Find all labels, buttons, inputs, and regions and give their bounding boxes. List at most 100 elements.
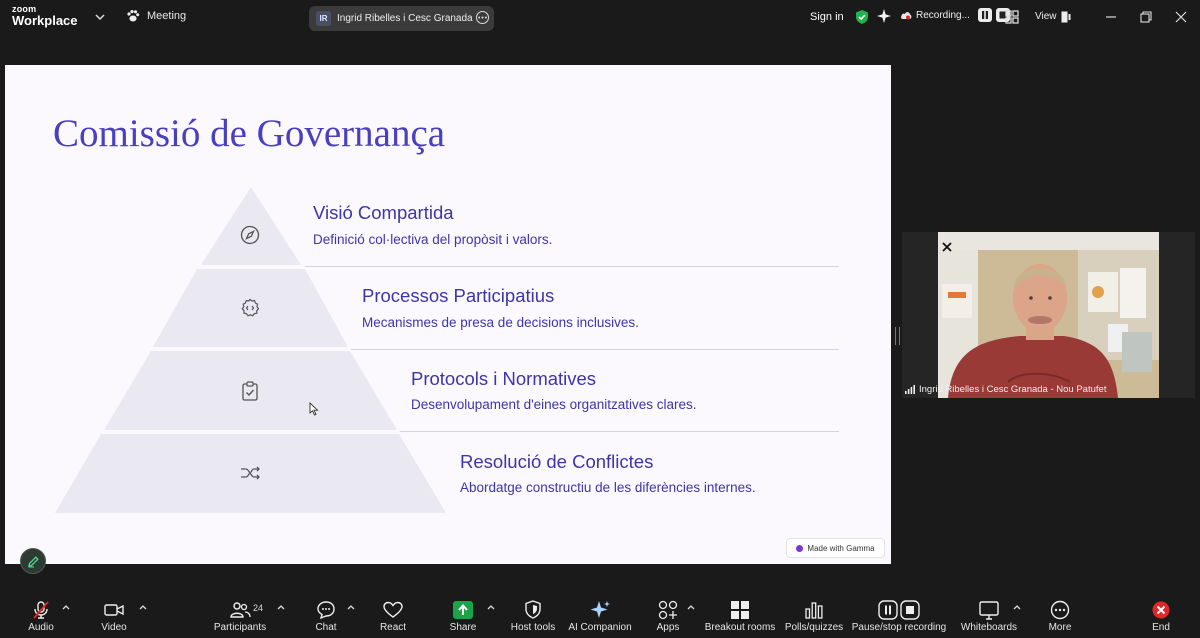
view-label: View: [1035, 11, 1057, 22]
polls-button[interactable]: Polls/quizzes: [783, 592, 845, 638]
participants-label: Participants: [213, 622, 267, 633]
breakout-rooms-icon: [731, 601, 749, 619]
chat-label: Chat: [315, 622, 337, 633]
caret-up-icon[interactable]: [687, 604, 695, 610]
caret-up-icon[interactable]: [1013, 604, 1021, 610]
tier-divider: [400, 431, 839, 432]
participant-name-bar: Ingrid Ribelles i Cesc Granada - Nou Pat…: [902, 382, 1198, 396]
caret-up-icon[interactable]: [277, 604, 285, 610]
bar-chart-icon: [805, 602, 823, 619]
sign-in-link[interactable]: Sign in: [810, 11, 844, 23]
annotate-button[interactable]: [20, 548, 46, 574]
ai-companion-label: AI Companion: [568, 622, 632, 633]
view-layout-icon[interactable]: [1061, 11, 1071, 23]
end-call-icon: [1152, 601, 1170, 619]
caret-up-icon[interactable]: [139, 604, 147, 610]
video-button[interactable]: Video: [89, 592, 139, 638]
breakout-rooms-button[interactable]: Breakout rooms: [702, 592, 778, 638]
cloud-record-icon: [901, 12, 912, 20]
participant-name: Ingrid Ribelles i Cesc Granada - Nou Pat…: [919, 383, 1107, 395]
zoom-logo[interactable]: zoom Workplace: [12, 5, 78, 28]
shield-check-icon[interactable]: [855, 9, 869, 25]
close-icon[interactable]: [1174, 10, 1188, 24]
end-label: End: [1152, 622, 1170, 633]
participants-icon: [230, 602, 251, 618]
arrows-cross-icon: [241, 466, 260, 480]
caret-up-icon[interactable]: [487, 604, 495, 610]
code-gear-icon: [241, 298, 260, 317]
share-screen-icon: [453, 601, 473, 619]
tier-4-title: Resolució de Conflictes: [460, 451, 654, 472]
polls-label: Polls/quizzes: [784, 622, 844, 633]
participants-button[interactable]: Participants: [210, 592, 270, 638]
pause-stop-icon: [878, 600, 920, 620]
tier-divider: [305, 266, 839, 267]
meeting-toolbar: Audio Video Participants 24 Chat React S…: [0, 592, 1200, 638]
gamma-badge-label: Made with Gamma: [807, 543, 875, 553]
pause-stop-recording-button[interactable]: Pause/stop recording: [850, 592, 948, 638]
pause-recording-button[interactable]: [977, 8, 992, 22]
recording-label: Recording...: [916, 9, 970, 21]
signal-strength-icon: [905, 384, 915, 394]
meeting-label: Meeting: [147, 10, 187, 22]
apps-label: Apps: [656, 622, 680, 633]
breakout-rooms-label: Breakout rooms: [704, 622, 776, 633]
shared-slide: Comissió de Governança Visió Compartida …: [5, 65, 891, 564]
view-menu[interactable]: View: [1035, 11, 1057, 22]
tier-1-title: Visió Compartida: [313, 202, 454, 223]
ai-companion-button[interactable]: AI Companion: [566, 592, 634, 638]
chat-button[interactable]: Chat: [306, 592, 346, 638]
pin-icon[interactable]: [942, 242, 952, 252]
caret-up-icon[interactable]: [62, 604, 70, 610]
tier-1-desc: Definició col·lectiva del propòsit i val…: [313, 232, 553, 247]
participant-video-tile[interactable]: Ingrid Ribelles i Cesc Granada - Nou Pat…: [902, 232, 1195, 398]
video-camera-icon: [104, 604, 124, 616]
more-dots-icon: [1050, 600, 1070, 620]
restore-icon[interactable]: [1139, 10, 1153, 24]
gamma-logo-icon: [796, 544, 804, 552]
share-button[interactable]: Share: [442, 592, 484, 638]
tier-2-desc: Mecanismes de presa de decisions inclusi…: [362, 315, 639, 330]
video-frame-image: [938, 232, 1159, 398]
panel-resize-handle[interactable]: [895, 327, 900, 345]
more-button[interactable]: More: [1040, 592, 1080, 638]
host-tools-label: Host tools: [510, 622, 556, 633]
meeting-menu[interactable]: Meeting: [126, 9, 186, 23]
chevron-down-icon[interactable]: [94, 11, 106, 23]
tier-3-title: Protocols i Normatives: [411, 368, 597, 389]
chat-bubble-icon: [317, 601, 335, 620]
whiteboards-button[interactable]: Whiteboards: [958, 592, 1020, 638]
react-label: React: [379, 622, 407, 633]
pause-stop-recording-label: Pause/stop recording: [851, 622, 947, 633]
audio-button[interactable]: Audio: [16, 592, 66, 638]
audio-label: Audio: [28, 622, 54, 633]
ai-sparkle-icon: [590, 601, 610, 618]
sparkle-icon[interactable]: [877, 9, 891, 23]
caret-up-icon[interactable]: [347, 604, 355, 610]
made-with-gamma-badge[interactable]: Made with Gamma: [786, 538, 885, 558]
apps-button[interactable]: Apps: [649, 592, 687, 638]
tier-3-desc: Desenvolupament d'eines organitzatives c…: [411, 397, 697, 412]
clipboard-check-icon: [242, 381, 258, 401]
mouse-cursor-icon: [309, 402, 319, 416]
participant-video: [938, 232, 1159, 398]
brand-bottom: Workplace: [12, 13, 78, 28]
meeting-title-pill[interactable]: IR Ingrid Ribelles i Cesc Granada - Nou …: [309, 6, 494, 31]
more-options-icon[interactable]: [476, 11, 489, 24]
minimize-icon[interactable]: [1104, 10, 1118, 24]
pencil-icon: [28, 556, 39, 568]
end-meeting-button[interactable]: End: [1142, 592, 1180, 638]
top-bar: zoom Workplace Meeting IR Ingrid Ribelle…: [0, 0, 1200, 36]
gallery-grid-icon[interactable]: [1005, 10, 1019, 24]
host-tools-button[interactable]: Host tools: [507, 592, 559, 638]
heart-icon: [383, 601, 403, 618]
react-button[interactable]: React: [372, 592, 414, 638]
microphone-muted-icon: [33, 601, 49, 619]
more-label: More: [1048, 622, 1072, 633]
compass-icon: [240, 225, 260, 245]
whiteboard-icon: [979, 601, 999, 620]
tier-4-desc: Abordatge constructiu de les diferències…: [460, 480, 756, 495]
shield-icon: [525, 600, 541, 619]
recording-indicator: Recording...: [900, 8, 1010, 22]
meeting-title: Ingrid Ribelles i Cesc Granada - Nou Pat…: [337, 13, 473, 24]
